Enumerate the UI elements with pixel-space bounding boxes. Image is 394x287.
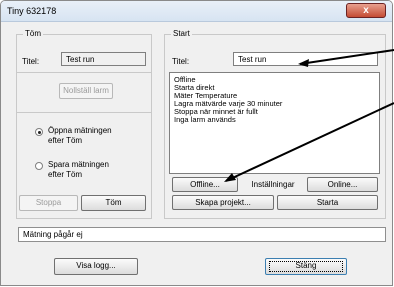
start-button[interactable]: Starta [277, 195, 378, 210]
start-title-label: Titel: [172, 57, 190, 66]
radio-save-label[interactable]: Spara mätningen efter Töm [48, 160, 118, 180]
radio-open-measurement[interactable] [35, 128, 43, 136]
dialog-window: Tiny 632178 x Töm Titel: Test run Nollst… [0, 0, 393, 286]
close-icon: x [363, 5, 369, 16]
stop-button[interactable]: Stoppa [19, 195, 78, 211]
title-bar[interactable]: Tiny 632178 x [1, 1, 392, 22]
show-log-button[interactable]: Visa logg... [54, 258, 138, 275]
radio-save-measurement[interactable] [35, 162, 43, 170]
radio-open-label[interactable]: Öppna mätningen efter Töm [48, 126, 118, 146]
reset-alarm-button[interactable]: Nollställ larm [59, 83, 113, 99]
start-title-input[interactable]: Test run [233, 52, 378, 66]
tom-title-label: Titel: [22, 57, 40, 66]
empty-button[interactable]: Töm [81, 195, 146, 211]
offline-button[interactable]: Offline... [172, 177, 238, 192]
tom-legend: Töm [23, 29, 43, 38]
status-field: Mätning pågår ej [18, 227, 386, 242]
start-legend: Start [171, 29, 192, 38]
tom-divider-2 [17, 112, 151, 113]
close-window-button[interactable]: x [346, 3, 386, 18]
tom-title-field: Test run [61, 52, 146, 66]
window-title: Tiny 632178 [7, 6, 57, 16]
online-button[interactable]: Online... [307, 177, 378, 192]
summary-line: Inga larm används [174, 115, 236, 124]
close-focus-rect [269, 261, 343, 272]
start-summary-box: Offline Starta direkt Mäter Temperature … [169, 72, 380, 174]
tom-divider-1 [17, 72, 151, 73]
create-project-button[interactable]: Skapa projekt... [172, 195, 274, 210]
settings-button[interactable]: Inställningar [241, 177, 305, 192]
